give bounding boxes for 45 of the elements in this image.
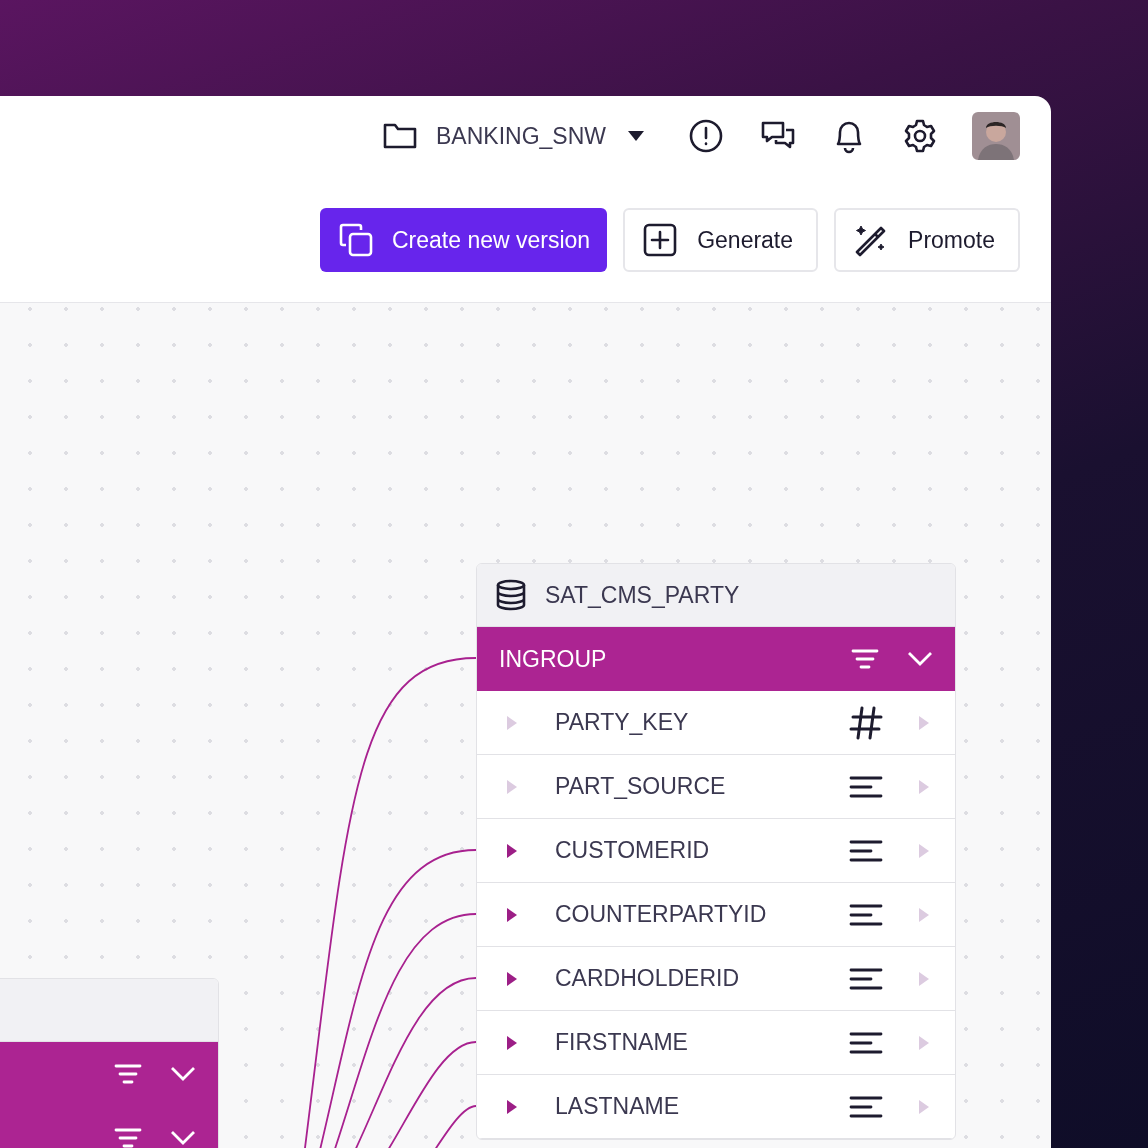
generate-button[interactable]: Generate — [623, 208, 819, 272]
chevron-down-icon[interactable] — [170, 1066, 196, 1082]
expand-arrow-icon[interactable] — [507, 971, 517, 986]
promote-button[interactable]: Promote — [834, 208, 1020, 272]
column-name: LASTNAME — [555, 1092, 680, 1122]
column-name: PARTY_KEY — [555, 708, 690, 738]
filter-icon[interactable] — [114, 1127, 142, 1148]
plus-square-icon — [642, 222, 679, 258]
column-row[interactable]: COUNTERPARTYID — [477, 883, 955, 947]
text-type-icon — [849, 903, 883, 926]
column-name: COUNTERPARTYID — [555, 900, 768, 930]
database-icon — [495, 579, 527, 611]
filter-icon[interactable] — [851, 648, 879, 670]
project-name[interactable]: BANKING_SNW — [436, 118, 606, 154]
hash-icon — [849, 705, 883, 740]
expand-arrow-icon[interactable] — [507, 843, 517, 858]
text-type-icon — [849, 1095, 883, 1118]
alert-icon[interactable] — [688, 118, 724, 154]
settings-icon[interactable] — [902, 118, 938, 154]
chevron-down-icon[interactable] — [907, 651, 933, 667]
group-name: INGROUP — [499, 644, 608, 674]
column-row[interactable]: LASTNAME — [477, 1075, 955, 1139]
column-name: CARDHOLDERID — [555, 964, 741, 994]
text-type-icon — [849, 1031, 883, 1054]
folder-icon — [382, 121, 418, 151]
expand-arrow-icon[interactable] — [507, 907, 517, 922]
group-row[interactable]: INGROUP — [477, 627, 955, 691]
filter-icon[interactable] — [114, 1063, 142, 1085]
column-name: PART_SOURCE — [555, 772, 727, 802]
copy-icon — [337, 221, 375, 259]
column-row[interactable]: CARDHOLDERID — [477, 947, 955, 1011]
expand-arrow-icon[interactable] — [507, 1035, 517, 1050]
text-type-icon — [849, 967, 883, 990]
column-row[interactable]: CUSTOMERID — [477, 819, 955, 883]
chevron-down-icon[interactable] — [170, 1130, 196, 1146]
column-name: CUSTOMERID — [555, 836, 711, 866]
text-type-icon — [849, 775, 883, 798]
avatar[interactable] — [972, 112, 1020, 160]
expand-arrow-icon[interactable] — [507, 1099, 517, 1114]
create-version-button[interactable]: Create new version — [320, 208, 608, 272]
text-type-icon — [849, 839, 883, 862]
caret-icon[interactable] — [628, 131, 644, 141]
table-name: SAT_CMS_PARTY — [545, 580, 740, 610]
column-row[interactable]: FIRSTNAME — [477, 1011, 955, 1075]
column-name: FIRSTNAME — [555, 1028, 689, 1058]
